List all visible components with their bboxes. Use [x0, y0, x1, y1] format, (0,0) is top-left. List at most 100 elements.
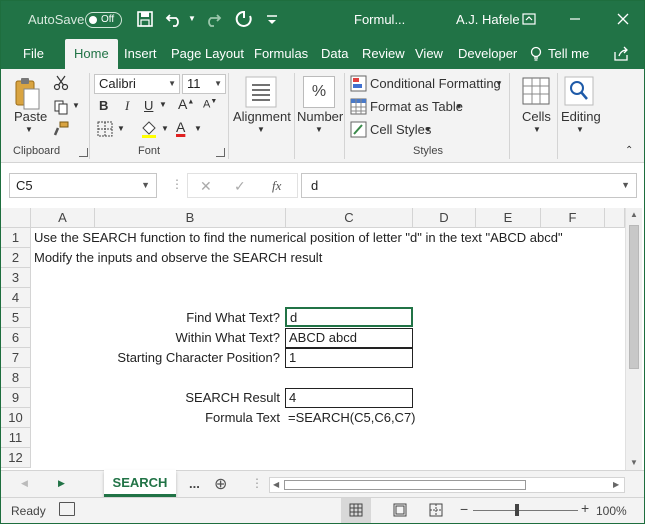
- format-painter-icon[interactable]: [53, 121, 69, 137]
- font-name-select[interactable]: Calibri ▼: [94, 74, 180, 94]
- cell-styles-button[interactable]: Cell Styles: [370, 122, 431, 137]
- row-header-1[interactable]: 1: [1, 228, 31, 248]
- fill-color-dropdown-icon[interactable]: ▼: [161, 124, 169, 133]
- bold-button[interactable]: B: [99, 98, 108, 113]
- row-header-6[interactable]: 6: [1, 328, 31, 348]
- tell-me-search[interactable]: Tell me: [546, 39, 591, 69]
- add-sheet-icon[interactable]: ⊕: [214, 474, 227, 494]
- page-layout-view-icon[interactable]: [393, 503, 407, 517]
- fill-color-icon[interactable]: [140, 120, 158, 138]
- user-name[interactable]: A.J. Hafele: [456, 12, 520, 27]
- editing-search-icon[interactable]: [564, 76, 594, 106]
- sheet-tab-search[interactable]: SEARCH: [104, 470, 176, 497]
- row-header-10[interactable]: 10: [1, 408, 31, 428]
- number-dropdown-icon[interactable]: ▼: [315, 125, 323, 134]
- tab-data[interactable]: Data: [319, 39, 350, 69]
- cell-b5[interactable]: Find What Text?: [95, 308, 280, 328]
- scroll-down-icon[interactable]: ▼: [630, 458, 638, 467]
- collapse-ribbon-icon[interactable]: ⌃: [625, 145, 633, 156]
- percent-icon[interactable]: %: [303, 76, 335, 108]
- paste-dropdown-icon[interactable]: ▼: [25, 125, 33, 134]
- column-header-e[interactable]: E: [476, 208, 541, 228]
- conditional-formatting-dropdown-icon[interactable]: ▼: [495, 79, 503, 88]
- cancel-entry-icon[interactable]: ✕: [200, 178, 212, 195]
- cells-icon[interactable]: [521, 76, 551, 106]
- scroll-right-icon[interactable]: ▶: [613, 480, 619, 489]
- alignment-dropdown-icon[interactable]: ▼: [257, 125, 265, 134]
- alignment-icon[interactable]: [245, 76, 277, 108]
- horizontal-scrollbar[interactable]: ◀ ▶: [269, 477, 625, 493]
- borders-dropdown-icon[interactable]: ▼: [117, 124, 125, 133]
- maximize-icon[interactable]: [567, 11, 583, 27]
- tab-formulas[interactable]: Formulas: [252, 39, 310, 69]
- next-sheet-icon[interactable]: ▶: [58, 478, 65, 489]
- cell-c7[interactable]: 1: [285, 348, 413, 368]
- italic-button[interactable]: I: [125, 98, 129, 114]
- select-all-corner[interactable]: [1, 208, 31, 228]
- clipboard-launcher-icon[interactable]: [79, 148, 88, 157]
- increase-font-size-button[interactable]: A▲: [178, 96, 194, 112]
- normal-view-icon[interactable]: [349, 503, 363, 517]
- formula-input[interactable]: d ▼: [301, 173, 637, 198]
- copy-dropdown-icon[interactable]: ▼: [72, 101, 80, 110]
- row-header-3[interactable]: 3: [1, 268, 31, 288]
- redo-icon[interactable]: [204, 10, 222, 28]
- row-header-5[interactable]: 5: [1, 308, 31, 328]
- borders-icon[interactable]: [97, 121, 113, 137]
- autosave-toggle[interactable]: Off: [85, 12, 122, 28]
- column-header-f[interactable]: F: [541, 208, 605, 228]
- font-color-button[interactable]: A: [176, 119, 185, 135]
- zoom-slider-track[interactable]: [473, 510, 578, 511]
- cut-icon[interactable]: [53, 75, 69, 91]
- more-sheets-button[interactable]: ...: [189, 476, 200, 491]
- ribbon-display-options-icon[interactable]: [521, 11, 537, 27]
- cell-styles-dropdown-icon[interactable]: ▼: [424, 125, 432, 134]
- zoom-level[interactable]: 100%: [596, 504, 627, 518]
- row-header-2[interactable]: 2: [1, 248, 31, 268]
- row-header-8[interactable]: 8: [1, 368, 31, 388]
- tab-developer[interactable]: Developer: [456, 39, 519, 69]
- cell-b6[interactable]: Within What Text?: [95, 328, 280, 348]
- cells-button[interactable]: Cells: [522, 109, 551, 124]
- column-header-c[interactable]: C: [286, 208, 413, 228]
- row-header-11[interactable]: 11: [1, 428, 31, 448]
- underline-dropdown-icon[interactable]: ▼: [159, 100, 167, 109]
- close-window-icon[interactable]: [615, 11, 631, 27]
- cell-b9[interactable]: SEARCH Result: [95, 388, 280, 408]
- decrease-font-size-button[interactable]: A▼: [203, 98, 217, 111]
- insert-function-icon[interactable]: fx: [272, 178, 281, 194]
- cell-c6[interactable]: ABCD abcd: [285, 328, 413, 348]
- font-color-dropdown-icon[interactable]: ▼: [194, 124, 202, 133]
- zoom-in-button[interactable]: +: [581, 500, 589, 516]
- horizontal-scroll-thumb[interactable]: [284, 480, 526, 490]
- scroll-left-icon[interactable]: ◀: [273, 480, 279, 489]
- chevron-down-icon[interactable]: ▼: [621, 174, 630, 197]
- tab-view[interactable]: View: [413, 39, 445, 69]
- alignment-button[interactable]: Alignment: [233, 109, 291, 124]
- editing-button[interactable]: Editing: [561, 109, 601, 124]
- zoom-slider-thumb[interactable]: [515, 504, 519, 516]
- cell-b10[interactable]: Formula Text: [95, 408, 280, 428]
- share-icon[interactable]: [613, 46, 629, 62]
- tab-splitter-icon[interactable]: ⋮: [251, 476, 263, 490]
- underline-button[interactable]: U: [144, 98, 153, 113]
- column-header-d[interactable]: D: [413, 208, 476, 228]
- copy-icon[interactable]: [53, 99, 69, 115]
- cell-c5[interactable]: d: [285, 307, 413, 327]
- paste-icon[interactable]: [13, 77, 41, 111]
- refresh-icon[interactable]: [235, 10, 253, 28]
- column-header-partial[interactable]: [605, 208, 625, 228]
- name-box[interactable]: C5 ▼: [9, 173, 157, 198]
- scroll-up-icon[interactable]: ▲: [630, 210, 638, 219]
- confirm-entry-icon[interactable]: ✓: [234, 178, 246, 195]
- vertical-scrollbar[interactable]: ▲ ▼: [625, 208, 642, 470]
- cell-a1[interactable]: Use the SEARCH function to find the nume…: [34, 228, 563, 248]
- row-header-12[interactable]: 12: [1, 448, 31, 468]
- paste-button[interactable]: Paste: [14, 109, 47, 124]
- zoom-out-button[interactable]: −: [460, 501, 468, 517]
- tab-page-layout[interactable]: Page Layout: [169, 39, 246, 69]
- column-header-a[interactable]: A: [31, 208, 95, 228]
- row-header-9[interactable]: 9: [1, 388, 31, 408]
- row-header-4[interactable]: 4: [1, 288, 31, 308]
- cell-c9[interactable]: 4: [285, 388, 413, 408]
